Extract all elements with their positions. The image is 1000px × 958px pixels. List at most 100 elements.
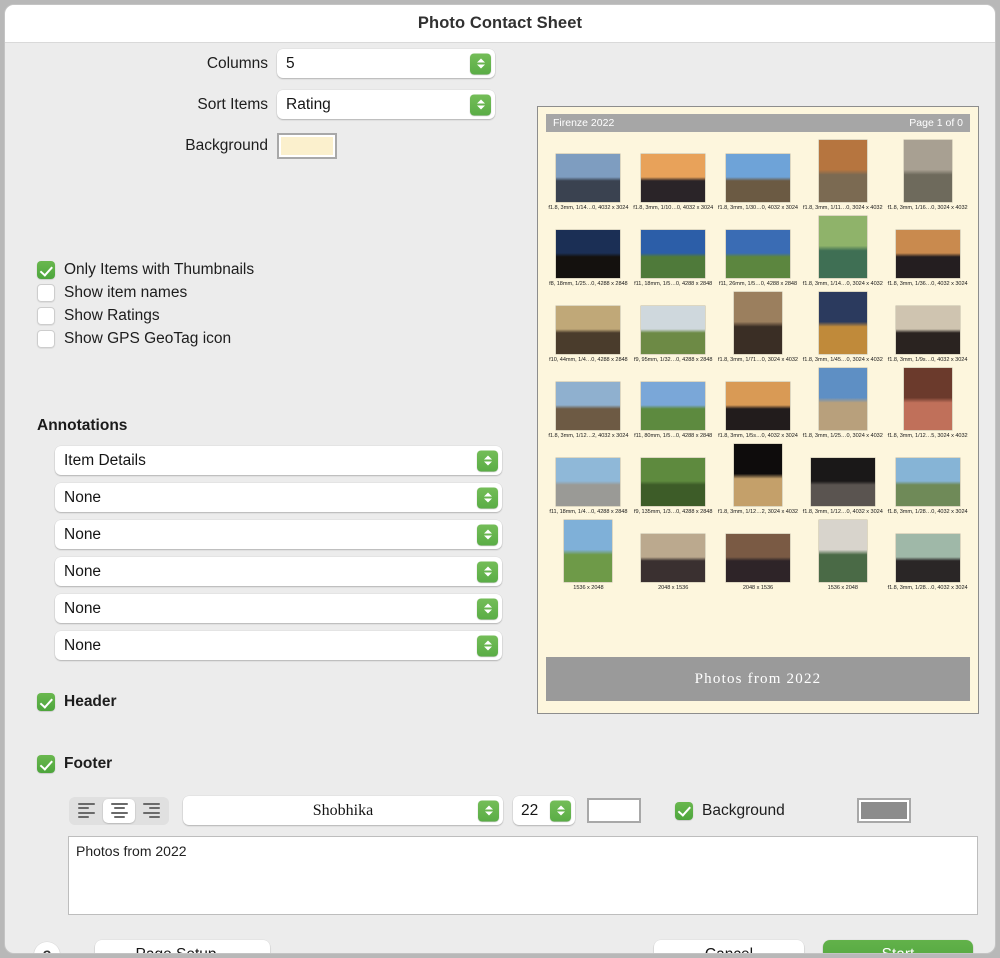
checkmark-icon[interactable]	[37, 693, 55, 711]
preview-thumbnail-cell[interactable]: 2048 x 1536	[716, 520, 801, 591]
footer-text-input[interactable]: Photos from 2022	[68, 836, 978, 915]
annotations-list: Item Details None None None None	[55, 446, 502, 660]
sort-items-select[interactable]: Rating	[277, 90, 495, 119]
thumbnail-image	[556, 154, 620, 202]
preview-thumbnail-cell[interactable]: f11, 26mm, 1/5…0, 4288 x 2848	[716, 216, 801, 287]
preview-thumbnail-cell[interactable]: f1.8, 3mm, 1/14…0, 4032 x 3024	[546, 140, 631, 211]
contact-sheet-preview[interactable]: Firenze 2022 Page 1 of 0 f1.8, 3mm, 1/14…	[537, 106, 979, 714]
preview-thumbnail-cell[interactable]: f1.8, 3mm, 1/12…0, 4032 x 3024	[800, 444, 885, 515]
checkbox-box-icon[interactable]	[37, 330, 55, 348]
preview-thumbnail-cell[interactable]: f1.8, 3mm, 1/14…0, 3024 x 4032	[800, 216, 885, 287]
preview-thumbnail-cell[interactable]: f1.8, 3mm, 1/16…0, 3024 x 4032	[885, 140, 970, 211]
thumbnail-caption: 1536 x 2048	[828, 585, 858, 591]
preview-thumbnail-cell[interactable]: f11, 18mm, 1/5…0, 4288 x 2848	[631, 216, 716, 287]
stepper-up-down-icon[interactable]	[477, 635, 498, 656]
preview-thumbnail-cell[interactable]: f1.8, 3mm, 1/10…0, 4032 x 3024	[631, 140, 716, 211]
start-button[interactable]: Start	[823, 940, 973, 954]
stepper-up-down-icon[interactable]	[550, 800, 571, 821]
footer-background-color-well[interactable]	[857, 798, 911, 823]
checkbox-show-ratings[interactable]: Show Ratings	[37, 307, 254, 325]
cancel-button[interactable]: Cancel	[654, 940, 804, 954]
checkmark-icon[interactable]	[675, 802, 693, 820]
stepper-up-down-icon[interactable]	[470, 53, 491, 74]
annotation-select-3[interactable]: None	[55, 520, 502, 549]
preview-thumbnail-cell[interactable]: f10, 44mm, 1/4…0, 4288 x 2848	[546, 292, 631, 363]
footer-font-select[interactable]: Shobhika	[183, 796, 503, 825]
thumbnail-image	[556, 382, 620, 430]
preview-thumbnail-cell[interactable]: f1.8, 3mm, 1/36…0, 4032 x 3024	[885, 216, 970, 287]
checkbox-footer[interactable]: Footer	[37, 755, 112, 773]
annotation-select-1[interactable]: Item Details	[55, 446, 502, 475]
thumbnail-image	[819, 216, 867, 278]
thumbnail-caption: f9, 95mm, 1/32…0, 4288 x 2848	[634, 357, 712, 363]
annotation-select-6[interactable]: None	[55, 631, 502, 660]
stepper-up-down-icon[interactable]	[477, 598, 498, 619]
preview-thumbnail-cell[interactable]: f1.8, 3mm, 1/45…0, 3024 x 4032	[800, 292, 885, 363]
background-color-well[interactable]	[277, 133, 337, 159]
checkmark-icon[interactable]	[37, 755, 55, 773]
thumbnail-caption: f1.8, 3mm, 1/12…5, 3024 x 4032	[888, 433, 968, 439]
preview-thumbnail-cell[interactable]: f1.8, 3mm, 1/71…0, 3024 x 4032	[716, 292, 801, 363]
preview-row: f1.8, 3mm, 1/14…0, 4032 x 3024f1.8, 3mm,…	[546, 140, 970, 211]
thumbnail-caption: f8, 18mm, 1/25…0, 4288 x 2848	[549, 281, 627, 287]
stepper-up-down-icon[interactable]	[477, 487, 498, 508]
stepper-up-down-icon[interactable]	[477, 450, 498, 471]
footer-text-color-well[interactable]	[587, 798, 641, 823]
footer-alignment-group[interactable]	[69, 797, 169, 825]
preview-thumbnail-cell[interactable]: f1.8, 3mm, 1/5s…0, 4032 x 3024	[716, 368, 801, 439]
preview-thumbnail-cell[interactable]: 1536 x 2048	[800, 520, 885, 591]
footer-font-size-stepper[interactable]: 22	[513, 796, 575, 825]
preview-thumbnail-cell[interactable]: f11, 18mm, 1/4…0, 4288 x 2848	[546, 444, 631, 515]
preview-thumbnail-cell[interactable]: f1.8, 3mm, 1/12…5, 3024 x 4032	[885, 368, 970, 439]
stepper-up-down-icon[interactable]	[477, 561, 498, 582]
preview-thumbnail-cell[interactable]: f1.8, 3mm, 1/25…0, 3024 x 4032	[800, 368, 885, 439]
annotations-heading: Annotations	[37, 417, 127, 435]
preview-thumbnail-grid: f1.8, 3mm, 1/14…0, 4032 x 3024f1.8, 3mm,…	[538, 132, 978, 591]
preview-thumbnail-cell[interactable]: f8, 18mm, 1/25…0, 4288 x 2848	[546, 216, 631, 287]
preview-thumbnail-cell[interactable]: f1.8, 3mm, 1/28…0, 4032 x 3024	[885, 520, 970, 591]
background-color-fill	[281, 137, 333, 155]
footer-text-color-fill	[591, 802, 637, 819]
checkbox-footer-background[interactable]: Background	[675, 802, 785, 820]
thumbnail-image	[556, 458, 620, 506]
preview-thumbnail-cell[interactable]: 2048 x 1536	[631, 520, 716, 591]
preview-thumbnail-cell[interactable]: f11, 80mm, 1/5…0, 4288 x 2848	[631, 368, 716, 439]
stepper-up-down-icon[interactable]	[470, 94, 491, 115]
align-center-icon[interactable]	[103, 799, 135, 823]
preview-thumbnail-cell[interactable]: 1536 x 2048	[546, 520, 631, 591]
page-setup-button[interactable]: Page Setup...	[95, 940, 270, 954]
align-right-icon[interactable]	[135, 799, 167, 823]
preview-thumbnail-cell[interactable]: f1.8, 3mm, 1/12…2, 4032 x 3024	[546, 368, 631, 439]
checkmark-icon[interactable]	[37, 261, 55, 279]
thumbnail-caption: f1.8, 3mm, 1/30…0, 4032 x 3024	[718, 205, 798, 211]
preview-thumbnail-cell[interactable]: f1.8, 3mm, 1/9s…0, 4032 x 3024	[885, 292, 970, 363]
checkbox-box-icon[interactable]	[37, 307, 55, 325]
annotation-select-2[interactable]: None	[55, 483, 502, 512]
preview-thumbnail-cell[interactable]: f1.8, 3mm, 1/11…0, 3024 x 4032	[800, 140, 885, 211]
annotation-select-5[interactable]: None	[55, 594, 502, 623]
preview-thumbnail-cell[interactable]: f1.8, 3mm, 1/28…0, 4032 x 3024	[885, 444, 970, 515]
checkbox-box-icon[interactable]	[37, 284, 55, 302]
option-label: Only Items with Thumbnails	[64, 261, 254, 279]
option-label: Show GPS GeoTag icon	[64, 330, 231, 348]
thumbnail-image	[896, 230, 960, 278]
thumbnail-image	[896, 458, 960, 506]
annotation-select-4[interactable]: None	[55, 557, 502, 586]
preview-row: f11, 18mm, 1/4…0, 4288 x 2848f9, 135mm, …	[546, 444, 970, 515]
preview-thumbnail-cell[interactable]: f9, 95mm, 1/32…0, 4288 x 2848	[631, 292, 716, 363]
preview-thumbnail-cell[interactable]: f1.8, 3mm, 1/30…0, 4032 x 3024	[716, 140, 801, 211]
stepper-up-down-icon[interactable]	[478, 800, 499, 821]
align-left-icon[interactable]	[71, 799, 103, 823]
option-label: Show Ratings	[64, 307, 160, 325]
checkbox-show-gps-geotag-icon[interactable]: Show GPS GeoTag icon	[37, 330, 254, 348]
checkbox-show-item-names[interactable]: Show item names	[37, 284, 254, 302]
preview-thumbnail-cell[interactable]: f9, 135mm, 1/3…0, 4288 x 2848	[631, 444, 716, 515]
checkbox-only-items-with-thumbnails[interactable]: Only Items with Thumbnails	[37, 261, 254, 279]
thumbnail-caption: f1.8, 3mm, 1/25…0, 3024 x 4032	[803, 433, 883, 439]
stepper-up-down-icon[interactable]	[477, 524, 498, 545]
footer-font-size-value: 22	[521, 802, 538, 820]
columns-input[interactable]: 5	[277, 49, 495, 78]
preview-thumbnail-cell[interactable]: f1.8, 3mm, 1/12…2, 3024 x 4032	[716, 444, 801, 515]
checkbox-header[interactable]: Header	[37, 693, 117, 711]
thumbnail-image	[641, 458, 705, 506]
